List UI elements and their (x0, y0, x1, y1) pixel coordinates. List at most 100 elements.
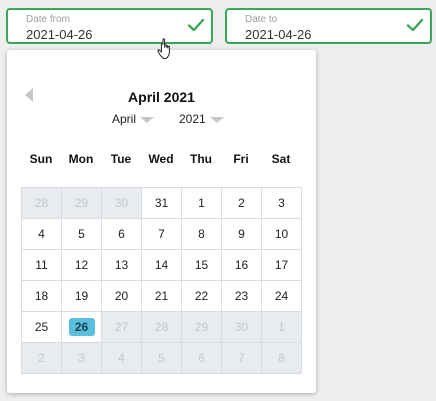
day-label: 22 (194, 289, 209, 303)
day-cell[interactable]: 20 (102, 281, 142, 312)
year-select-value: 2021 (179, 112, 206, 126)
day-cell[interactable]: 18 (22, 281, 62, 312)
day-cell[interactable]: 24 (262, 281, 302, 312)
day-label: 4 (118, 351, 125, 365)
day-cell[interactable]: 13 (102, 250, 142, 281)
day-cell: 2 (22, 343, 62, 374)
date-from-field[interactable]: Date from 2021-04-26 (6, 8, 213, 44)
date-to-value[interactable]: 2021-04-26 (245, 27, 312, 42)
month-select[interactable]: April (112, 112, 155, 126)
day-label: 2 (38, 351, 45, 365)
day-label: 4 (38, 227, 45, 241)
check-icon (187, 18, 205, 32)
day-cell[interactable]: 19 (62, 281, 102, 312)
day-label: 1 (278, 320, 285, 334)
day-cell: 1 (262, 312, 302, 343)
caret-down-icon (140, 117, 155, 123)
day-label: 6 (198, 351, 205, 365)
day-cell[interactable]: 26 (62, 312, 102, 343)
day-label: 23 (234, 289, 249, 303)
day-label: 3 (78, 351, 85, 365)
day-label: 13 (114, 258, 129, 272)
day-label: 7 (158, 227, 165, 241)
day-label: 25 (34, 320, 49, 334)
day-cell[interactable]: 4 (22, 219, 62, 250)
day-label: 27 (114, 320, 129, 334)
day-label: 8 (278, 351, 285, 365)
day-label: 1 (198, 196, 205, 210)
day-label: 24 (274, 289, 289, 303)
check-icon (406, 18, 424, 32)
calendar-grid: 28 29 30 31 1 2 3 4 5 6 7 8 9 10 11 12 13 14 15 16 17 18 19 20 2… (21, 187, 302, 374)
day-cell[interactable]: 16 (222, 250, 262, 281)
day-cell[interactable]: 14 (142, 250, 182, 281)
day-cell[interactable]: 8 (182, 219, 222, 250)
day-cell[interactable]: 5 (62, 219, 102, 250)
day-cell[interactable]: 25 (22, 312, 62, 343)
month-select-value: April (112, 112, 137, 126)
day-label: 16 (234, 258, 249, 272)
day-cell: 30 (102, 188, 142, 219)
day-label: 9 (238, 227, 245, 241)
date-from-label: Date from (26, 14, 70, 25)
day-cell[interactable]: 9 (222, 219, 262, 250)
day-label: 31 (154, 196, 169, 210)
day-cell: 7 (222, 343, 262, 374)
day-cell: 5 (142, 343, 182, 374)
day-label: 30 (114, 196, 129, 210)
weekday-label: Sat (271, 152, 291, 166)
selected-day-label: 26 (68, 318, 95, 336)
weekday-label: Thu (190, 152, 212, 166)
day-cell[interactable]: 1 (182, 188, 222, 219)
day-label: 6 (118, 227, 125, 241)
day-cell: 6 (182, 343, 222, 374)
day-label: 19 (74, 289, 89, 303)
day-label: 30 (234, 320, 249, 334)
weekday-label: Sun (29, 152, 53, 166)
day-cell: 28 (142, 312, 182, 343)
day-cell[interactable]: 6 (102, 219, 142, 250)
day-cell: 29 (182, 312, 222, 343)
date-to-field[interactable]: Date to 2021-04-26 (225, 8, 432, 44)
day-label: 29 (194, 320, 209, 334)
day-cell[interactable]: 31 (142, 188, 182, 219)
day-label: 12 (74, 258, 89, 272)
day-label: 11 (35, 258, 48, 272)
day-cell: 30 (222, 312, 262, 343)
weekday-label: Tue (110, 152, 132, 166)
day-cell[interactable]: 23 (222, 281, 262, 312)
date-to-label: Date to (245, 14, 278, 25)
day-cell[interactable]: 21 (142, 281, 182, 312)
caret-down-icon (209, 117, 224, 123)
weekday-label: Wed (148, 152, 174, 166)
day-cell[interactable]: 11 (22, 250, 62, 281)
day-label: 5 (158, 351, 165, 365)
day-cell[interactable]: 3 (262, 188, 302, 219)
day-cell[interactable]: 17 (262, 250, 302, 281)
day-cell: 8 (262, 343, 302, 374)
day-label: 5 (78, 227, 85, 241)
day-cell[interactable]: 12 (62, 250, 102, 281)
day-cell[interactable]: 2 (222, 188, 262, 219)
day-label: 15 (194, 258, 209, 272)
day-label: 18 (34, 289, 49, 303)
day-label: 28 (34, 196, 49, 210)
day-label: 10 (274, 227, 289, 241)
day-label: 3 (278, 196, 285, 210)
day-label: 7 (238, 351, 245, 365)
year-select[interactable]: 2021 (179, 112, 224, 126)
day-label: 2 (238, 196, 245, 210)
day-label: 17 (274, 258, 289, 272)
day-cell[interactable]: 10 (262, 219, 302, 250)
date-from-value[interactable]: 2021-04-26 (26, 27, 93, 42)
day-cell[interactable]: 15 (182, 250, 222, 281)
day-cell[interactable]: 22 (182, 281, 222, 312)
day-cell: 3 (62, 343, 102, 374)
day-cell[interactable]: 7 (142, 219, 182, 250)
day-label: 21 (154, 289, 169, 303)
weekday-label: Fri (233, 152, 249, 166)
day-cell: 29 (62, 188, 102, 219)
day-label: 8 (198, 227, 205, 241)
day-label: 20 (114, 289, 129, 303)
hand-pointer-icon (157, 38, 170, 59)
